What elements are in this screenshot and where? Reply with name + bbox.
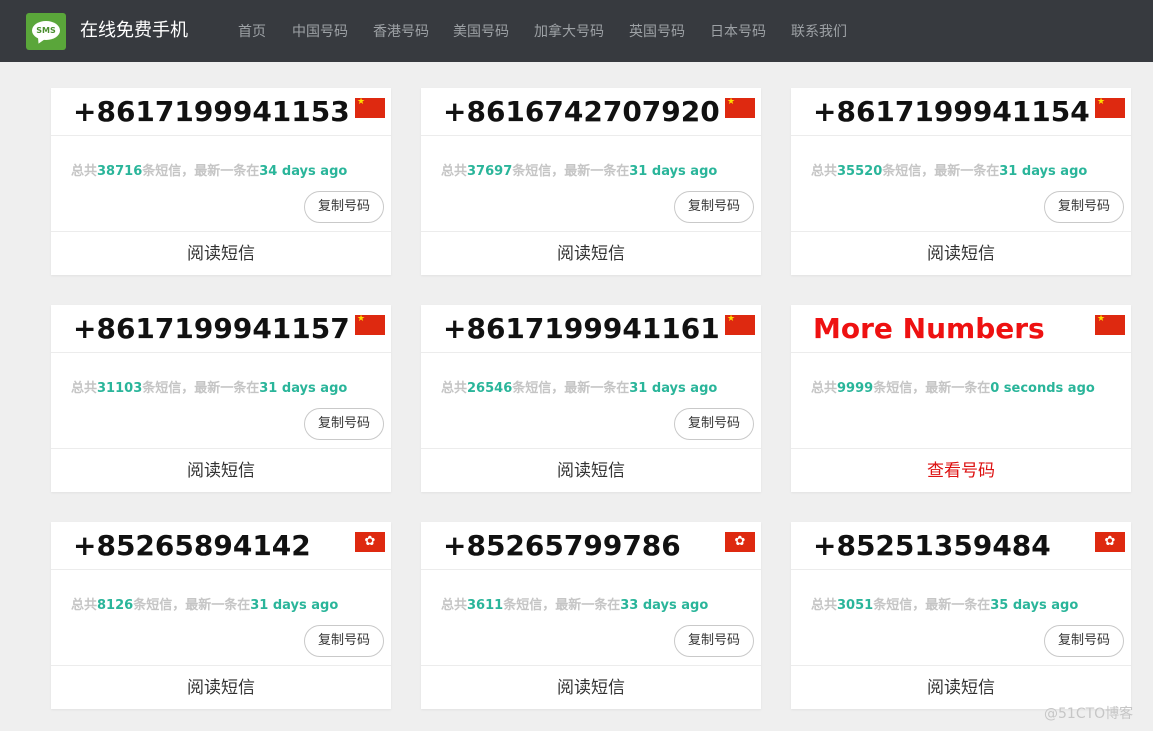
china-flag-icon: ★ (725, 314, 755, 335)
sms-stats: 总共31103条短信，最新一条在31 days ago (71, 381, 348, 396)
number-card: +8616742707920 ★ 总共37697条短信，最新一条在31 days… (421, 88, 761, 275)
phone-number[interactable]: +8617199941157 (73, 311, 350, 347)
read-sms-link[interactable]: 阅读短信 (421, 231, 761, 276)
hongkong-flag-icon: ✿ (725, 532, 755, 552)
view-numbers-link[interactable]: 查看号码 (791, 448, 1131, 493)
sms-logo-icon[interactable]: SMS (26, 13, 66, 50)
hongkong-flag-icon: ✿ (1095, 532, 1125, 552)
phone-number[interactable]: +85265894142 (73, 528, 311, 564)
copy-number-button[interactable]: 复制号码 (1044, 191, 1124, 223)
copy-number-button[interactable]: 复制号码 (674, 408, 754, 440)
phone-number[interactable]: +8617199941161 (443, 311, 720, 347)
sms-stats: 总共35520条短信，最新一条在31 days ago (811, 164, 1088, 179)
nav-item-contact[interactable]: 联系我们 (791, 22, 847, 42)
nav-item-hongkong[interactable]: 香港号码 (373, 22, 429, 42)
copy-number-button[interactable]: 复制号码 (674, 625, 754, 657)
nav-item-home[interactable]: 首页 (238, 22, 266, 42)
more-numbers-card: More Numbers ★ 总共9999条短信，最新一条在0 seconds … (791, 305, 1131, 492)
china-flag-icon: ★ (355, 97, 385, 118)
watermark: @51CTO博客 (1044, 706, 1134, 722)
more-numbers-title[interactable]: More Numbers (813, 311, 1045, 347)
read-sms-link[interactable]: 阅读短信 (791, 231, 1131, 276)
number-card: +85265894142 ✿ 总共8126条短信，最新一条在31 days ag… (51, 522, 391, 709)
sms-stats: 总共26546条短信，最新一条在31 days ago (441, 381, 718, 396)
number-card: +8617199941157 ★ 总共31103条短信，最新一条在31 days… (51, 305, 391, 492)
number-card: +85265799786 ✿ 总共3611条短信，最新一条在33 days ag… (421, 522, 761, 709)
phone-number[interactable]: +85251359484 (813, 528, 1051, 564)
phone-number[interactable]: +85265799786 (443, 528, 681, 564)
read-sms-link[interactable]: 阅读短信 (421, 665, 761, 710)
number-card: +85251359484 ✿ 总共3051条短信，最新一条在35 days ag… (791, 522, 1131, 709)
copy-number-button[interactable]: 复制号码 (304, 191, 384, 223)
sms-stats: 总共9999条短信，最新一条在0 seconds ago (811, 381, 1095, 396)
phone-number[interactable]: +8616742707920 (443, 94, 720, 130)
nav-item-china[interactable]: 中国号码 (292, 22, 348, 42)
nav-item-usa[interactable]: 美国号码 (453, 22, 509, 42)
sms-stats: 总共38716条短信，最新一条在34 days ago (71, 164, 348, 179)
copy-number-button[interactable]: 复制号码 (674, 191, 754, 223)
copy-number-button[interactable]: 复制号码 (1044, 625, 1124, 657)
phone-number[interactable]: +8617199941153 (73, 94, 350, 130)
hongkong-flag-icon: ✿ (355, 532, 385, 552)
sms-stats: 总共8126条短信，最新一条在31 days ago (71, 598, 339, 613)
nav-item-japan[interactable]: 日本号码 (710, 22, 766, 42)
copy-number-button[interactable]: 复制号码 (304, 408, 384, 440)
read-sms-link[interactable]: 阅读短信 (51, 231, 391, 276)
read-sms-link[interactable]: 阅读短信 (51, 448, 391, 493)
top-navbar: SMS 在线免费手机 首页 中国号码 香港号码 美国号码 加拿大号码 英国号码 … (0, 0, 1153, 62)
china-flag-icon: ★ (355, 314, 385, 335)
read-sms-link[interactable]: 阅读短信 (51, 665, 391, 710)
read-sms-link[interactable]: 阅读短信 (421, 448, 761, 493)
number-card: +8617199941153 ★ 总共38716条短信，最新一条在34 days… (51, 88, 391, 275)
number-card: +8617199941161 ★ 总共26546条短信，最新一条在31 days… (421, 305, 761, 492)
number-card: +8617199941154 ★ 总共35520条短信，最新一条在31 days… (791, 88, 1131, 275)
sms-stats: 总共37697条短信，最新一条在31 days ago (441, 164, 718, 179)
nav-item-uk[interactable]: 英国号码 (629, 22, 685, 42)
nav-item-canada[interactable]: 加拿大号码 (534, 22, 604, 42)
sms-stats: 总共3051条短信，最新一条在35 days ago (811, 598, 1079, 613)
china-flag-icon: ★ (1095, 314, 1125, 335)
china-flag-icon: ★ (725, 97, 755, 118)
copy-number-button[interactable]: 复制号码 (304, 625, 384, 657)
china-flag-icon: ★ (1095, 97, 1125, 118)
phone-number[interactable]: +8617199941154 (813, 94, 1090, 130)
sms-stats: 总共3611条短信，最新一条在33 days ago (441, 598, 709, 613)
brand-title[interactable]: 在线免费手机 (80, 19, 188, 43)
